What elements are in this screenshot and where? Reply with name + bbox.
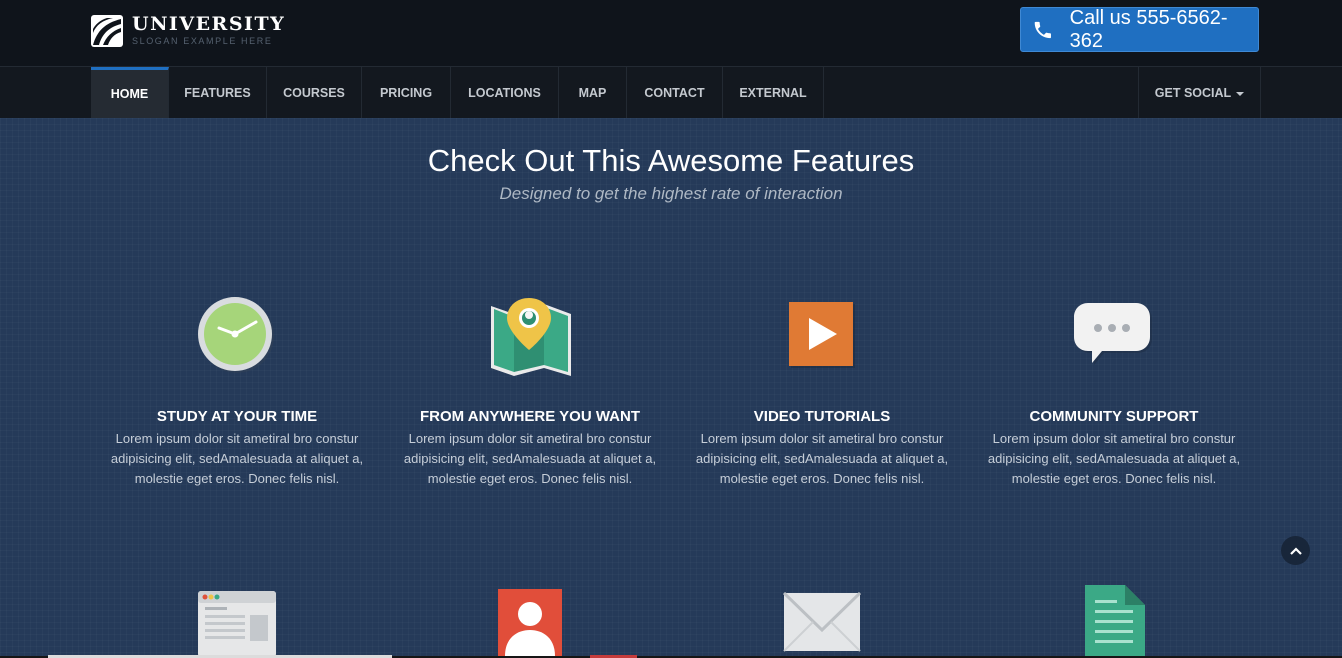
caret-down-icon [1236, 92, 1245, 96]
phone-icon [1034, 21, 1051, 38]
nav-item-label: EXTERNAL [739, 85, 807, 100]
logo[interactable]: UNIVERSITY SLOGAN EXAMPLE HERE [91, 14, 285, 47]
nav-item-contact[interactable]: CONTACT [627, 67, 723, 118]
nav-item-label: FEATURES [184, 85, 251, 100]
feature-text: Lorem ipsum dolor sit ametiral bro const… [110, 431, 364, 486]
nav-item-label: PRICING [379, 85, 433, 100]
envelope-icon [783, 592, 861, 652]
nav-item-locations[interactable]: LOCATIONS [451, 67, 559, 118]
feature-text: Lorem ipsum dolor sit ametiral bro const… [987, 431, 1241, 486]
nav-item-label: GET SOCIAL [1154, 85, 1232, 100]
feature-anywhere: FROM ANYWHERE YOU WANT Lorem ipsum dolor… [395, 290, 665, 489]
feature-text: Lorem ipsum dolor sit ametiral bro const… [695, 431, 949, 486]
chat-bubble-icon [1074, 303, 1152, 365]
section-subtitle: Designed to get the highest rate of inte… [499, 184, 843, 203]
feature-title: VIDEO TUTORIALS [753, 408, 891, 425]
feature-text: Lorem ipsum dolor sit ametiral bro const… [403, 431, 657, 486]
logo-title: UNIVERSITY [132, 13, 286, 35]
feature-video: VIDEO TUTORIALS Lorem ipsum dolor sit am… [687, 290, 957, 489]
nav-item-home[interactable]: HOME [91, 67, 169, 118]
nav-item-label: HOME [110, 87, 149, 101]
user-icon [498, 589, 562, 657]
feature-community: COMMUNITY SUPPORT Lorem ipsum dolor sit … [979, 290, 1249, 489]
nav-item-label: LOCATIONS [468, 85, 541, 100]
nav-item-map[interactable]: MAP [559, 67, 627, 118]
nav-item-pricing[interactable]: PRICING [362, 67, 451, 118]
nav-item-label: CONTACT [644, 85, 705, 100]
feature-study: STUDY AT YOUR TIME Lorem ipsum dolor sit… [102, 290, 372, 489]
nav-item-external[interactable]: EXTERNAL [723, 67, 824, 118]
chevron-up-icon [1289, 546, 1302, 555]
scroll-to-top-button[interactable] [1281, 536, 1310, 565]
logo-slogan: SLOGAN EXAMPLE HERE [132, 36, 273, 46]
feature-title: COMMUNITY SUPPORT [1029, 408, 1199, 425]
feature-title: FROM ANYWHERE YOU WANT [420, 408, 640, 425]
map-pin-icon [491, 298, 571, 376]
play-icon [789, 302, 855, 368]
nav-item-label: COURSES [283, 85, 345, 100]
feature-title: STUDY AT YOUR TIME [156, 408, 318, 425]
logo-mark-icon [91, 14, 123, 47]
nav-item-courses[interactable]: COURSES [267, 67, 362, 118]
clock-icon [198, 297, 274, 373]
top-header: UNIVERSITY SLOGAN EXAMPLE HERE Call us 5… [0, 0, 1342, 66]
section-title: Check Out This Awesome Features [427, 143, 915, 178]
nav-item-label: MAP [578, 85, 607, 100]
call-us-label: Call us 555-6562-362 [1069, 6, 1228, 52]
browser-window-icon [198, 591, 276, 657]
call-us-button[interactable]: Call us 555-6562-362 [1020, 7, 1259, 52]
document-icon [1085, 585, 1145, 658]
features-section: Check Out This Awesome Features Designed… [0, 118, 1342, 658]
main-nav: HOME FEATURES COURSES PRICING LOCATIONS … [0, 66, 1342, 118]
nav-item-get-social[interactable]: GET SOCIAL [1138, 67, 1261, 118]
nav-item-features[interactable]: FEATURES [169, 67, 267, 118]
